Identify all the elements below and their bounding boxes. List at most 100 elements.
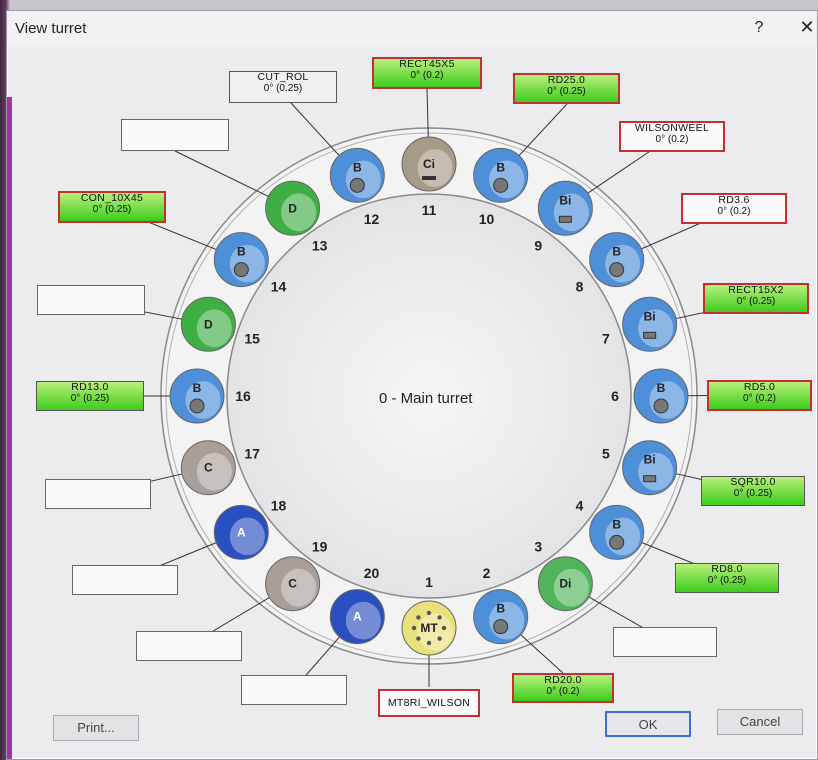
station-highlight <box>196 309 232 348</box>
empty-tool-slot[interactable] <box>45 479 151 509</box>
station-shape-indicator <box>493 177 509 193</box>
ok-button[interactable]: OK <box>605 711 691 737</box>
station-number: 7 <box>602 331 610 347</box>
tool-value: 0° (0.25) <box>733 488 773 499</box>
tool-value: 0° (0.25) <box>547 86 586 97</box>
tool-label-rd25[interactable]: RD25.0 0° (0.25) <box>513 73 620 104</box>
tool-label-cutrol[interactable]: CUT_ROL 0° (0.25) <box>229 71 337 103</box>
station-tool-letter: D <box>204 317 213 331</box>
station-tool-letter: B <box>612 245 621 259</box>
station-tool-letter: B <box>237 245 246 259</box>
station-number: 11 <box>422 202 437 218</box>
station-19[interactable]: C <box>265 556 321 612</box>
tool-label-mt8ri[interactable]: MT8RI_WILSON <box>378 689 480 717</box>
tool-name: RECT15X2 <box>728 284 784 296</box>
empty-tool-slot[interactable] <box>37 285 145 315</box>
station-tool-letter: C <box>204 461 213 475</box>
station-highlight <box>281 193 317 232</box>
tool-label-rd13[interactable]: RD13.0 0° (0.25) <box>36 381 144 411</box>
tool-label-rd36[interactable]: RD3.6 0° (0.2) <box>681 193 787 224</box>
multitool-slot-dot <box>437 615 442 620</box>
station-highlight <box>196 452 232 491</box>
station-3[interactable]: Di <box>537 556 593 612</box>
station-shape-indicator <box>558 215 572 223</box>
station-12[interactable]: B <box>329 147 385 203</box>
station-17[interactable]: C <box>180 440 236 496</box>
station-8[interactable]: B <box>589 232 645 288</box>
empty-tool-slot[interactable] <box>613 627 717 657</box>
station-15[interactable]: D <box>180 296 236 352</box>
station-shape-indicator <box>643 475 657 483</box>
tool-value: 0° (0.2) <box>546 686 580 697</box>
station-shape-indicator <box>349 177 365 193</box>
station-2[interactable]: B <box>473 589 529 645</box>
station-7[interactable]: Bi <box>622 296 678 352</box>
tool-value: 0° (0.2) <box>743 393 776 404</box>
tool-name: RECT45X5 <box>399 58 455 70</box>
station-5[interactable]: Bi <box>622 440 678 496</box>
tool-label-con10x45[interactable]: CON_10X45 0° (0.25) <box>58 191 166 223</box>
tool-label-rect15x2[interactable]: RECT15X2 0° (0.25) <box>703 283 809 314</box>
empty-tool-slot[interactable] <box>121 119 229 151</box>
station-number: 17 <box>244 445 260 461</box>
station-6[interactable]: B <box>633 368 689 424</box>
station-highlight <box>345 160 381 199</box>
tool-label-rd8[interactable]: RD8.0 0° (0.25) <box>675 563 779 593</box>
empty-tool-slot[interactable] <box>136 631 242 661</box>
station-tool-letter: B <box>496 160 505 174</box>
station-9[interactable]: Bi <box>537 180 593 236</box>
station-highlight <box>345 601 381 640</box>
station-tool-letter: Di <box>559 577 571 591</box>
station-13[interactable]: D <box>265 180 321 236</box>
station-highlight <box>489 601 525 640</box>
station-number: 14 <box>271 279 287 295</box>
station-highlight <box>229 517 265 556</box>
station-tool-letter: Bi <box>644 309 656 323</box>
tool-value: 0° (0.25) <box>707 575 747 586</box>
tool-label-sqr10[interactable]: SQR10.0 0° (0.25) <box>701 476 805 506</box>
station-14[interactable]: B <box>213 232 269 288</box>
station-18[interactable]: A <box>213 504 269 560</box>
tool-value: 0° (0.2) <box>655 134 689 145</box>
station-tool-letter: B <box>612 517 621 531</box>
multitool-slot-dot <box>416 615 421 620</box>
station-16[interactable]: B <box>169 368 225 424</box>
tool-name: RD20.0 <box>544 674 582 686</box>
station-number: 19 <box>312 538 328 554</box>
station-tool-letter: C <box>288 577 297 591</box>
station-shape-indicator <box>422 176 436 180</box>
station-4[interactable]: B <box>589 504 645 560</box>
tool-label-rect45x5[interactable]: RECT45X5 0° (0.2) <box>372 57 482 89</box>
station-1[interactable]: MT <box>401 600 457 656</box>
station-tool-letter: MT <box>420 621 438 635</box>
station-number: 10 <box>479 211 495 227</box>
multitool-slot-dot <box>411 625 417 631</box>
station-highlight <box>229 244 265 283</box>
tool-label-wilsonweel[interactable]: WILSONWEEL 0° (0.2) <box>619 121 725 152</box>
print-button[interactable]: Print... <box>53 715 139 741</box>
station-tool-letter: Bi <box>644 453 656 467</box>
tool-value: 0° (0.25) <box>70 393 110 404</box>
station-number: 16 <box>235 388 251 404</box>
tool-name: RD25.0 <box>547 74 586 86</box>
tool-label-rd5[interactable]: RD5.0 0° (0.2) <box>707 380 812 411</box>
tool-name: CON_10X45 <box>80 192 144 204</box>
tool-name: SQR10.0 <box>730 476 776 488</box>
tool-label-rd20[interactable]: RD20.0 0° (0.2) <box>512 673 614 703</box>
view-turret-dialog: View turret ? ✕ MT 1 B 2 Di 3 B 4 Bi 5 B 6 Bi 7 B 8 Bi 9 B… <box>6 10 818 760</box>
station-highlight <box>281 568 317 607</box>
tool-value: 0° (0.2) <box>717 206 751 217</box>
station-highlight <box>605 244 641 283</box>
cancel-button[interactable]: Cancel <box>717 709 803 735</box>
tool-value: 0° (0.25) <box>263 83 303 94</box>
station-tool-letter: A <box>353 610 362 624</box>
station-number: 8 <box>576 279 584 295</box>
empty-tool-slot[interactable] <box>72 565 178 595</box>
station-11[interactable]: Ci <box>401 136 457 192</box>
station-number: 5 <box>602 445 610 461</box>
station-20[interactable]: A <box>329 589 385 645</box>
empty-tool-slot[interactable] <box>241 675 347 705</box>
station-shape-indicator <box>609 534 625 550</box>
station-10[interactable]: B <box>473 147 529 203</box>
multitool-slot-dot <box>416 636 421 641</box>
